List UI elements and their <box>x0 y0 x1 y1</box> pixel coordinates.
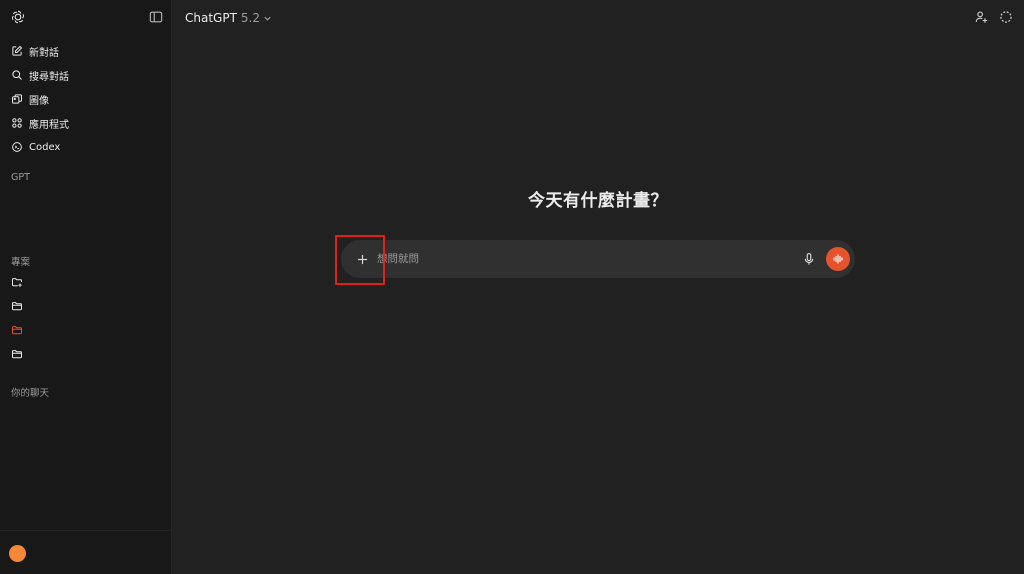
prompt-input[interactable] <box>377 248 757 270</box>
sidebar-item-label: Codex <box>29 141 61 153</box>
sidebar-item-label: 應用程式 <box>29 119 69 131</box>
pencil-square-icon <box>12 45 23 56</box>
main-area: ChatGPT 5.2 今天有什麼計畫？ <box>172 0 1024 574</box>
model-version: 5.2 <box>240 11 261 25</box>
sidebar-item-images[interactable]: 圖像 <box>0 87 172 111</box>
chevron-down-icon <box>264 16 271 21</box>
page-title: 今天有什麼計畫？ <box>528 191 668 211</box>
sidebar-item-label: 圖像 <box>29 95 49 107</box>
voice-mode-button[interactable] <box>826 247 850 271</box>
sidebar-item-project-active[interactable] <box>0 318 172 342</box>
images-icon <box>12 94 22 104</box>
new-folder-icon <box>12 278 22 287</box>
codex-icon <box>12 142 22 152</box>
section-label-projects: 專案 <box>11 257 31 268</box>
section-label-gpt: GPT <box>11 172 30 183</box>
openai-logo-icon[interactable] <box>10 9 26 25</box>
folder-icon <box>12 326 22 335</box>
folder-icon <box>12 350 22 359</box>
sidebar-toggle-icon[interactable] <box>149 10 163 24</box>
sidebar-item-new-project[interactable] <box>0 270 172 294</box>
voice-waveform-icon <box>833 254 843 264</box>
sidebar-item-apps[interactable]: 應用程式 <box>0 111 172 135</box>
projects-list <box>0 270 172 366</box>
avatar[interactable] <box>9 545 26 562</box>
sidebar-item-label: 搜尋對話 <box>29 71 69 83</box>
section-label-your-chats: 你的聊天 <box>11 388 50 399</box>
sidebar-item-codex[interactable]: Codex <box>0 135 172 159</box>
microphone-icon[interactable] <box>802 252 816 266</box>
app-window: 新對話 搜尋對話 圖像 應用程式 Codex GPT 專案 你的聊天 ChatG… <box>0 0 1024 574</box>
search-icon <box>12 70 22 80</box>
model-name: ChatGPT <box>185 11 237 25</box>
sidebar-item-new-chat[interactable]: 新對話 <box>0 39 172 63</box>
sidebar-footer <box>0 530 172 574</box>
model-selector[interactable]: ChatGPT 5.2 <box>185 9 272 27</box>
sidebar: 新對話 搜尋對話 圖像 應用程式 Codex GPT 專案 你的聊天 <box>0 0 172 574</box>
sidebar-nav: 新對話 搜尋對話 圖像 應用程式 Codex <box>0 39 172 159</box>
sidebar-header <box>0 0 172 34</box>
composer <box>341 240 855 278</box>
sidebar-item-search-chats[interactable]: 搜尋對話 <box>0 63 172 87</box>
add-person-icon[interactable] <box>974 10 988 24</box>
sidebar-item-project[interactable] <box>0 294 172 318</box>
sidebar-item-label: 新對話 <box>29 47 59 59</box>
apps-grid-icon <box>12 118 22 128</box>
folder-icon <box>12 302 22 311</box>
sidebar-item-project[interactable] <box>0 342 172 366</box>
add-attachment-button[interactable] <box>352 249 372 269</box>
plus-icon <box>357 254 367 264</box>
temporary-chat-icon[interactable] <box>999 10 1013 24</box>
